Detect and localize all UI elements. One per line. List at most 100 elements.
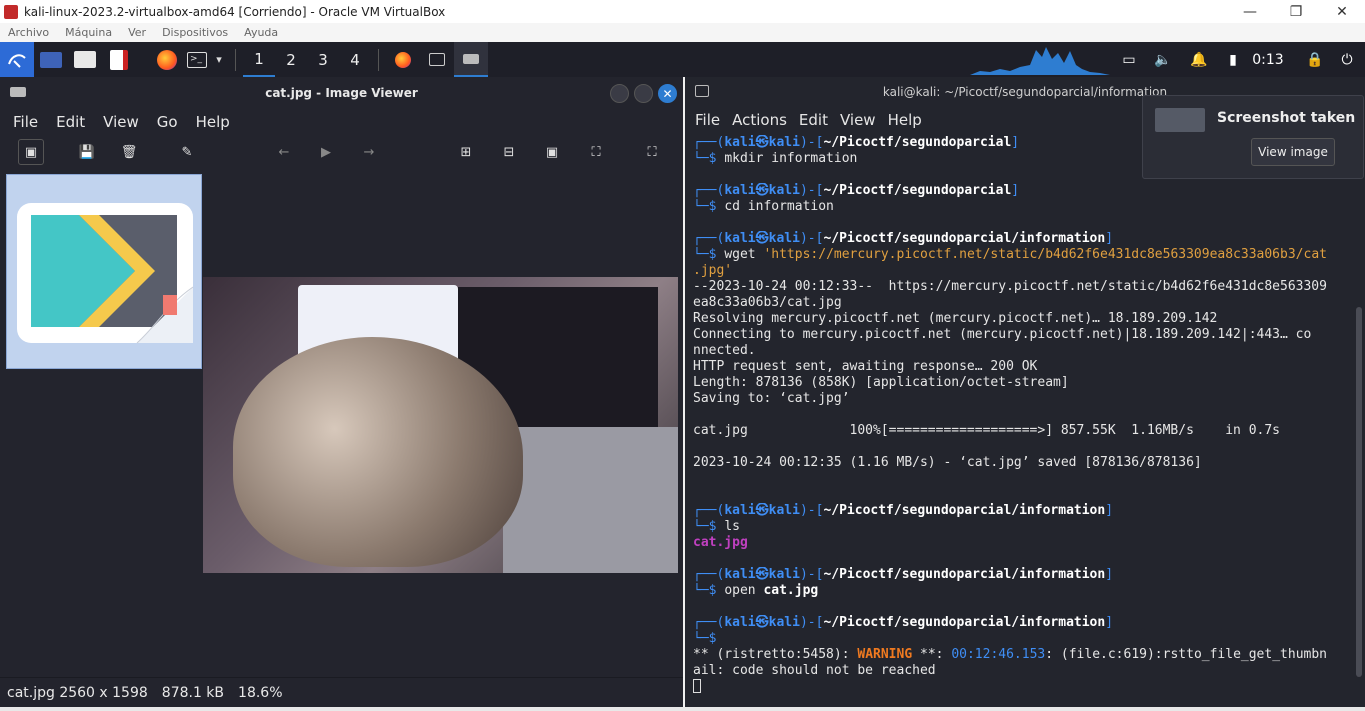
term-menu-edit[interactable]: Edit: [799, 111, 828, 129]
image-viewer-window: cat.jpg - Image Viewer ✕ File Edit View …: [0, 77, 683, 707]
progress-line: cat.jpg 100%[===================>] 857.5…: [693, 423, 1280, 438]
zoom-out-icon[interactable]: ⊟: [498, 141, 520, 163]
firefox-icon[interactable]: [150, 42, 184, 77]
prompt-line: ┌──(kali㉿kali)-[~/Picoctf/segundoparcial…: [693, 503, 1114, 518]
terminal-title: kali@kali: ~/Picoctf/segundoparcial/info…: [882, 85, 1168, 99]
vbox-menu-archivo[interactable]: Archivo: [8, 26, 49, 39]
lock-icon[interactable]: 🔒: [1302, 42, 1328, 77]
viewer-menu-edit[interactable]: Edit: [56, 113, 85, 131]
status-file-size: 878.1 kB: [161, 684, 225, 701]
save-icon[interactable]: 💾: [76, 141, 98, 163]
close-button[interactable]: ✕: [1319, 0, 1365, 23]
term-menu-file[interactable]: File: [695, 111, 720, 129]
prompt-line: ┌──(kali㉿kali)-[~/Picoctf/segundoparcial…: [693, 615, 1114, 630]
minimize-button[interactable]: —: [1227, 0, 1273, 23]
zoom-in-icon[interactable]: ⊞: [455, 141, 477, 163]
image-file-icon: [17, 203, 194, 344]
files-icon[interactable]: [68, 42, 102, 77]
firefox-task-icon[interactable]: [386, 42, 420, 77]
battery-icon[interactable]: ▮: [1220, 42, 1246, 77]
terminal-app-icon: [695, 85, 709, 97]
warning-line: ** (ristretto:5458): WARNING **: 00:12:4…: [693, 647, 1327, 662]
workspace-1[interactable]: 1: [243, 42, 275, 77]
viewer-titlebar: cat.jpg - Image Viewer ✕: [0, 77, 683, 109]
vbox-menu-ayuda[interactable]: Ayuda: [244, 26, 278, 39]
term-menu-help[interactable]: Help: [888, 111, 922, 129]
virtualbox-icon: [4, 4, 18, 19]
bell-icon[interactable]: 🔔: [1186, 42, 1212, 77]
viewer-menu-help[interactable]: Help: [196, 113, 230, 131]
workspace-4[interactable]: 4: [339, 42, 371, 77]
open-file-icon[interactable]: ▣: [18, 139, 44, 165]
vbox-menu-ver[interactable]: Ver: [128, 26, 146, 39]
command-line: └─$ ls: [693, 519, 740, 534]
bottom-border: [0, 707, 1365, 711]
viewer-menu-go[interactable]: Go: [157, 113, 178, 131]
back-icon[interactable]: ←: [273, 141, 295, 163]
viewer-close-button[interactable]: ✕: [658, 84, 677, 103]
warning-line-cont: ail: code should not be reached: [693, 663, 936, 678]
vbox-menubar: Archivo Máquina Ver Dispositivos Ayuda: [0, 23, 1365, 42]
vbox-menu-dispositivos[interactable]: Dispositivos: [162, 26, 228, 39]
command-line: └─$ wget 'https://mercury.picoctf.net/st…: [693, 247, 1327, 262]
vbox-title-text: kali-linux-2023.2-virtualbox-amd64 [Corr…: [24, 4, 446, 19]
clock[interactable]: 0:13: [1250, 42, 1286, 77]
viewer-toolbar: ▣ 💾 🗑 ✎ ← ▶ → ⊞ ⊟ ▣ ⛶ ⛶: [0, 135, 683, 169]
view-image-button[interactable]: View image: [1251, 138, 1335, 166]
viewer-menu-file[interactable]: File: [13, 113, 38, 131]
viewer-minimize-button[interactable]: [610, 84, 629, 103]
prompt-line: ┌──(kali㉿kali)-[~/Picoctf/segundoparcial…: [693, 231, 1114, 246]
vbox-menu-maquina[interactable]: Máquina: [65, 26, 112, 39]
zoom-100-icon[interactable]: ▣: [541, 141, 563, 163]
command-line: └─$ open cat.jpg: [693, 583, 819, 598]
fullscreen-icon[interactable]: ⛶: [641, 141, 663, 163]
viewer-maximize-button[interactable]: [634, 84, 653, 103]
vbox-titlebar: kali-linux-2023.2-virtualbox-amd64 [Corr…: [0, 0, 1365, 23]
volume-icon[interactable]: 🔈: [1150, 42, 1176, 77]
terminal-task-icon[interactable]: [420, 42, 454, 77]
command-line: └─$ cd information: [693, 199, 834, 214]
output-line: --2023-10-24 00:12:33-- https://mercury.…: [693, 279, 1327, 294]
restore-button[interactable]: ❐: [1273, 0, 1319, 23]
zoom-fit-icon[interactable]: ⛶: [585, 141, 607, 163]
delete-icon[interactable]: 🗑: [118, 141, 140, 163]
term-menu-actions[interactable]: Actions: [732, 111, 787, 129]
logout-icon[interactable]: ⏻: [1334, 42, 1360, 77]
output-line: ea8c33a06b3/cat.jpg: [693, 295, 842, 310]
output-line: Connecting to mercury.picoctf.net (mercu…: [693, 327, 1312, 342]
command-line: └─$: [693, 631, 725, 646]
forward-icon[interactable]: →: [358, 141, 380, 163]
terminal-output[interactable]: ┌──(kali㉿kali)-[~/Picoctf/segundoparcial…: [693, 135, 1353, 695]
thumbnail-item[interactable]: [6, 174, 202, 369]
kali-menu-icon[interactable]: [0, 42, 34, 77]
notification-title: Screenshot taken: [1217, 110, 1356, 126]
prompt-line: ┌──(kali㉿kali)-[~/Picoctf/segundoparcial…: [693, 183, 1020, 198]
status-zoom: 18.6%: [238, 684, 283, 701]
edit-icon[interactable]: ✎: [176, 141, 198, 163]
kali-panel: >_ ▾ 1 2 3 4 ▭ 🔈 🔔 ▮ 0:13 🔒 ⏻: [0, 42, 1365, 77]
workspace-2[interactable]: 2: [275, 42, 307, 77]
desktop-icon[interactable]: [34, 42, 68, 77]
play-icon[interactable]: ▶: [315, 141, 337, 163]
viewer-app-icon: [10, 87, 26, 97]
viewer-menu-view[interactable]: View: [103, 113, 139, 131]
terminal-scrollbar[interactable]: [1356, 307, 1362, 677]
ls-output: cat.jpg: [693, 535, 748, 550]
workspace-3[interactable]: 3: [307, 42, 339, 77]
viewer-task-icon[interactable]: [454, 42, 488, 77]
viewer-statusbar: cat.jpg 2560 x 1598 878.1 kB 18.6%: [0, 677, 683, 707]
viewer-menubar: File Edit View Go Help: [0, 109, 683, 135]
terminal-icon[interactable]: >_: [184, 42, 210, 77]
term-menu-view[interactable]: View: [840, 111, 876, 129]
cursor: [693, 679, 1353, 695]
text-editor-icon[interactable]: [102, 42, 136, 77]
viewer-title: cat.jpg - Image Viewer: [265, 86, 418, 100]
chevron-down-icon[interactable]: ▾: [210, 42, 228, 77]
screenshot-thumbnail-icon: [1155, 108, 1205, 132]
output-line: Saving to: ‘cat.jpg’: [693, 391, 850, 406]
status-file-info: cat.jpg 2560 x 1598: [7, 684, 148, 701]
command-line-cont: .jpg': [693, 263, 733, 278]
displayed-image: [203, 277, 678, 573]
screenshot-notification[interactable]: Screenshot taken View image: [1142, 95, 1364, 179]
display-icon[interactable]: ▭: [1116, 42, 1142, 77]
